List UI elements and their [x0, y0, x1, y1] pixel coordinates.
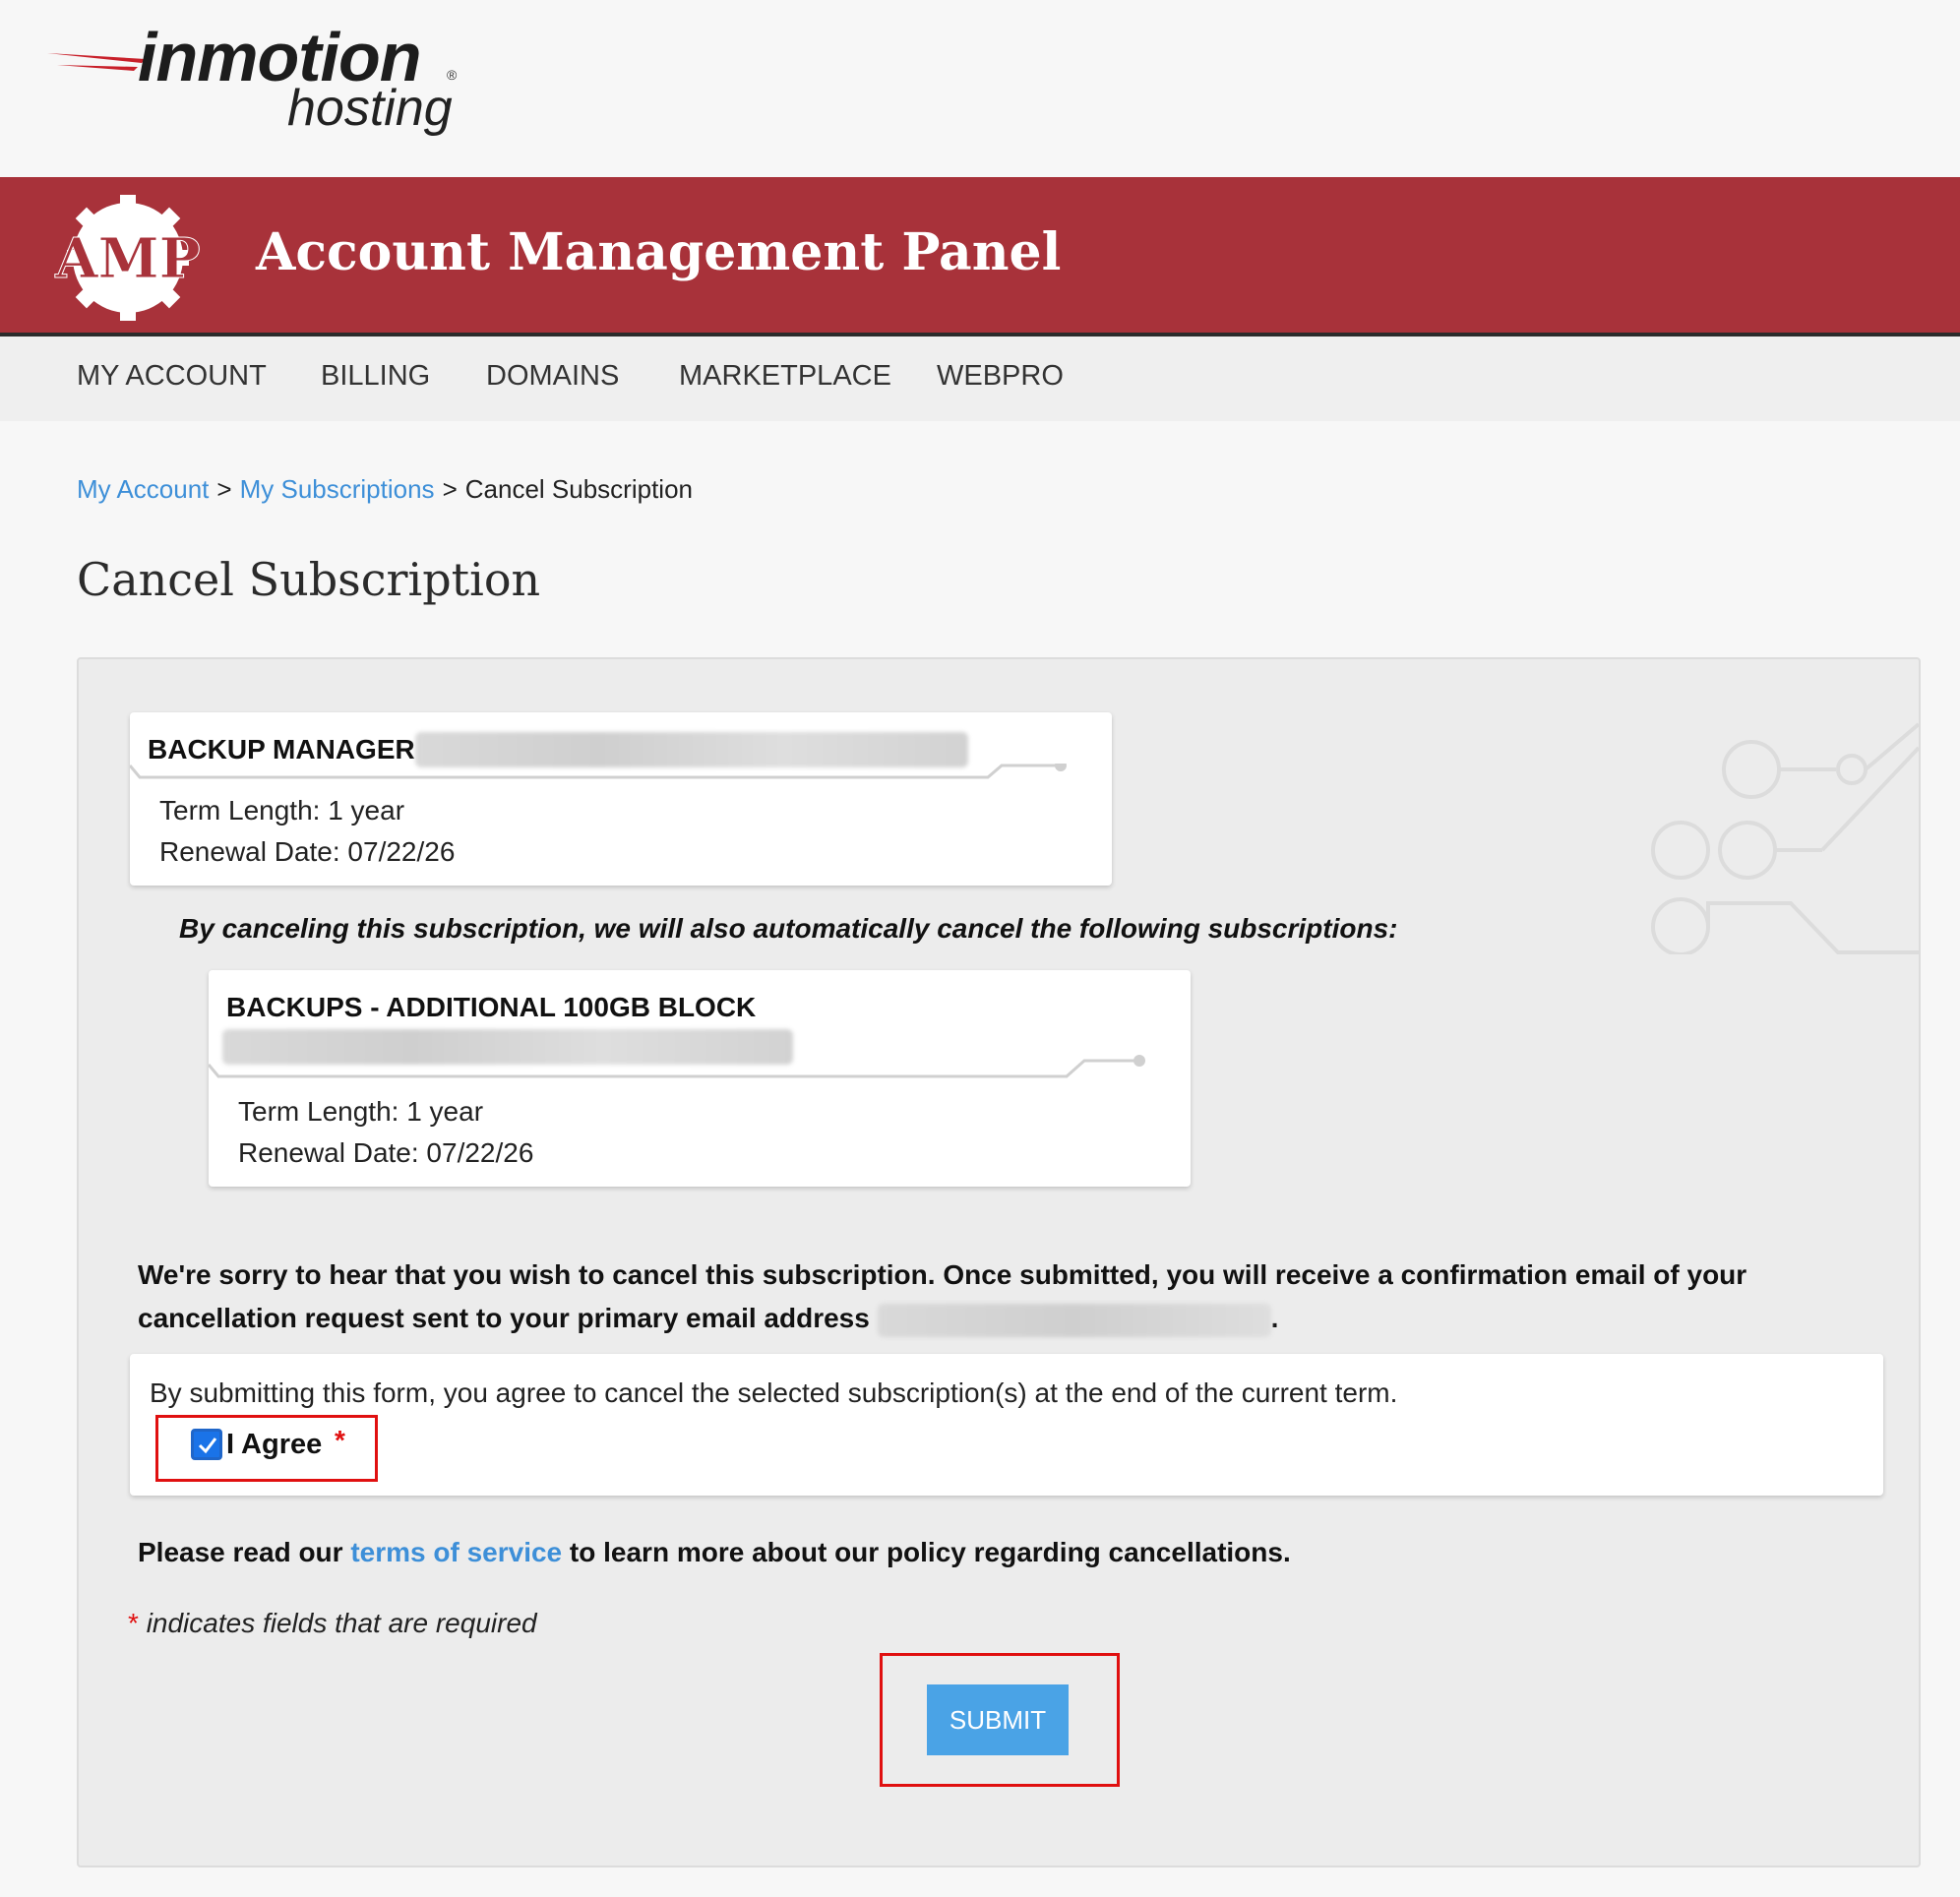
subscription-name: BACKUP MANAGER [148, 734, 415, 765]
swoosh-logo-icon [47, 53, 146, 71]
amp-header: AMP Account Management Panel [0, 177, 1960, 337]
breadcrumb-current: Cancel Subscription [464, 474, 693, 504]
subscription-card: BACKUP MANAGER Term Length: 1 year Renew… [130, 712, 1112, 886]
nav-marketplace[interactable]: MARKETPLACE [679, 360, 891, 393]
submit-button[interactable]: SUBMIT [927, 1684, 1069, 1755]
amp-badge-text: AMP [54, 226, 201, 291]
breadcrumb: My Account > My Subscriptions > Cancel Subsc… [77, 474, 693, 505]
dependent-subscription-renewal: Renewal Date: 07/22/26 [238, 1137, 534, 1168]
card-trace-icon [209, 1055, 1145, 1078]
logo-bar: inmotion ® hosting [0, 0, 1960, 177]
nav-my-account[interactable]: MY ACCOUNT [77, 360, 267, 393]
required-note-text: indicates fields that are required [146, 1608, 537, 1638]
tos-message: Please read our terms of service to lear… [138, 1537, 1291, 1568]
sorry-end: . [1270, 1303, 1279, 1333]
agree-checkbox[interactable] [191, 1429, 222, 1460]
terms-of-service-link[interactable]: terms of service [350, 1537, 562, 1567]
required-fields-note: * indicates fields that are required [128, 1608, 537, 1639]
nav-webpro[interactable]: WEBPRO [937, 360, 1064, 393]
tos-before: Please read our [138, 1537, 343, 1567]
subscription-renewal: Renewal Date: 07/22/26 [159, 836, 456, 867]
cancel-panel: BACKUP MANAGER Term Length: 1 year Renew… [77, 657, 1921, 1867]
also-cancel-note: By canceling this subscription, we will … [179, 913, 1398, 944]
checkmark-icon [198, 1438, 217, 1454]
nav-domains[interactable]: DOMAINS [486, 360, 619, 393]
required-note-asterisk: * [128, 1608, 139, 1638]
redacted-domain [415, 732, 968, 767]
breadcrumb-my-subscriptions[interactable]: My Subscriptions [240, 474, 435, 504]
amp-title: Account Management Panel [256, 222, 1062, 282]
logo-subtitle: hosting [287, 80, 453, 137]
card-trace-icon [130, 764, 1067, 779]
tos-after: to learn more about our policy regarding… [569, 1537, 1291, 1567]
sorry-message: We're sorry to hear that you wish to can… [138, 1254, 1810, 1340]
breadcrumb-separator: > [442, 474, 458, 504]
gear-badge-icon: AMP [54, 195, 201, 321]
agree-label[interactable]: I Agree [226, 1429, 322, 1461]
required-asterisk: * [335, 1425, 345, 1455]
dependent-subscription-name: BACKUPS - ADDITIONAL 100GB BLOCK [226, 992, 757, 1022]
agreement-text: By submitting this form, you agree to ca… [150, 1377, 1398, 1408]
nav-billing[interactable]: BILLING [321, 360, 430, 393]
redacted-email [877, 1303, 1271, 1337]
agreement-box: By submitting this form, you agree to ca… [130, 1354, 1883, 1496]
dependent-subscription-term: Term Length: 1 year [238, 1096, 484, 1127]
breadcrumb-my-account[interactable]: My Account [77, 474, 209, 504]
subscription-term: Term Length: 1 year [159, 795, 405, 826]
circuit-decoration-icon [1651, 722, 1919, 954]
dependent-subscription-card: BACKUPS - ADDITIONAL 100GB BLOCK Term Le… [209, 970, 1191, 1187]
page-title: Cancel Subscription [77, 553, 541, 606]
main-nav: MY ACCOUNT BILLING DOMAINS MARKETPLACE W… [0, 337, 1960, 421]
breadcrumb-separator: > [216, 474, 232, 504]
